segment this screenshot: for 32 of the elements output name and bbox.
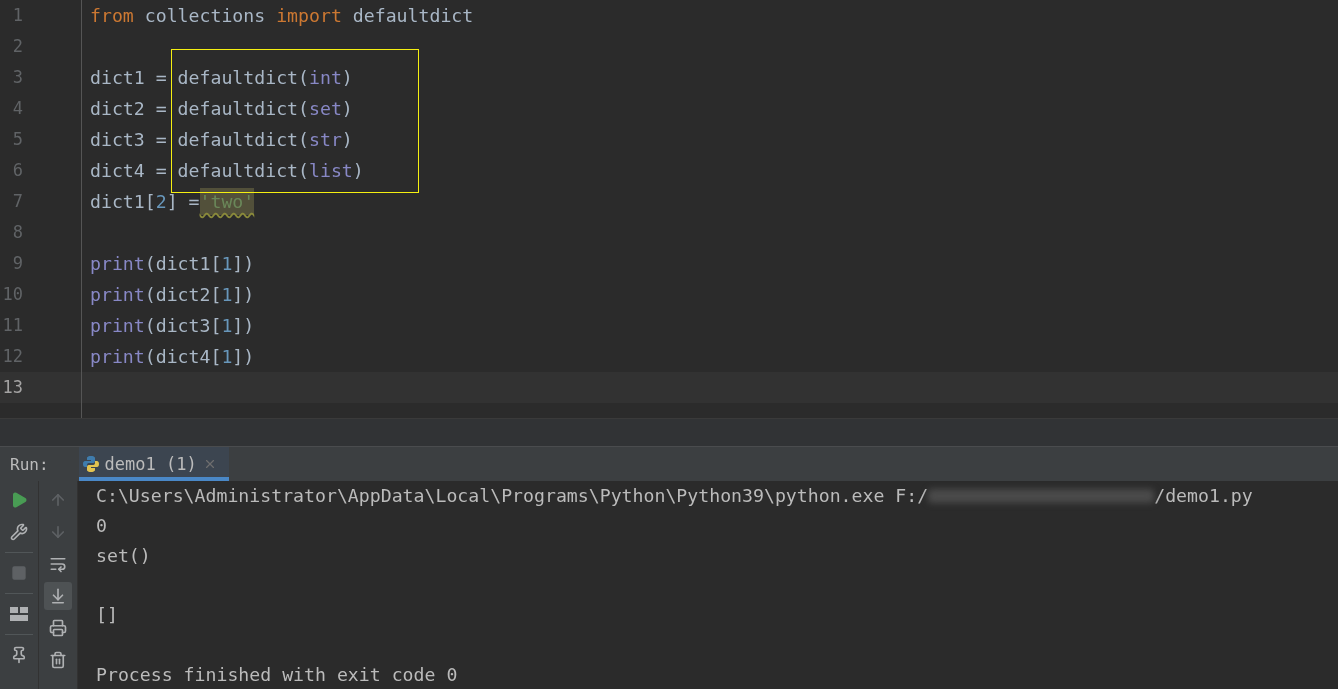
code-line: print(dict4[1])	[90, 346, 255, 367]
code-line: from collections import defaultdict	[90, 5, 474, 26]
console-output: Process finished with exit code 0	[96, 663, 458, 685]
code-line: dict3 = defaultdict(str)	[90, 129, 353, 150]
line-number: 8	[11, 221, 24, 244]
run-tab[interactable]: demo1 (1)	[78, 447, 229, 481]
line-number: 9	[11, 252, 24, 275]
code-line: print(dict2[1])	[90, 284, 255, 305]
console-output: []	[96, 604, 118, 626]
code-line: print(dict1[1])	[90, 253, 255, 274]
console-output: C:\Users\Administrator\AppData\Local\Programs\Python\Python39\python.exe F:/	[96, 485, 929, 507]
line-number: 10	[1, 283, 24, 306]
line-number: 1	[11, 4, 24, 27]
console-output: 0	[96, 515, 107, 537]
code-line: dict4 = defaultdict(list)	[90, 160, 364, 181]
code-line: dict1 = defaultdict(int)	[90, 67, 353, 88]
console-output: set()	[96, 544, 151, 566]
line-number: 3	[11, 66, 24, 89]
scroll-to-end-icon[interactable]	[44, 582, 72, 610]
line-number: 2	[11, 35, 24, 58]
python-icon	[82, 456, 99, 472]
line-number: 7	[11, 190, 24, 213]
code-line: print(dict3[1])	[90, 315, 255, 336]
line-number: 5	[11, 128, 24, 151]
code-line: dict2 = defaultdict(set)	[90, 98, 353, 119]
run-label: Run:	[10, 454, 49, 474]
line-number: 12	[1, 345, 24, 368]
console-output: /demo1.py	[1154, 485, 1253, 507]
line-number: 4	[11, 97, 24, 120]
line-number: 11	[1, 314, 24, 337]
line-number: 13	[0, 372, 81, 403]
line-number: 6	[11, 159, 24, 182]
